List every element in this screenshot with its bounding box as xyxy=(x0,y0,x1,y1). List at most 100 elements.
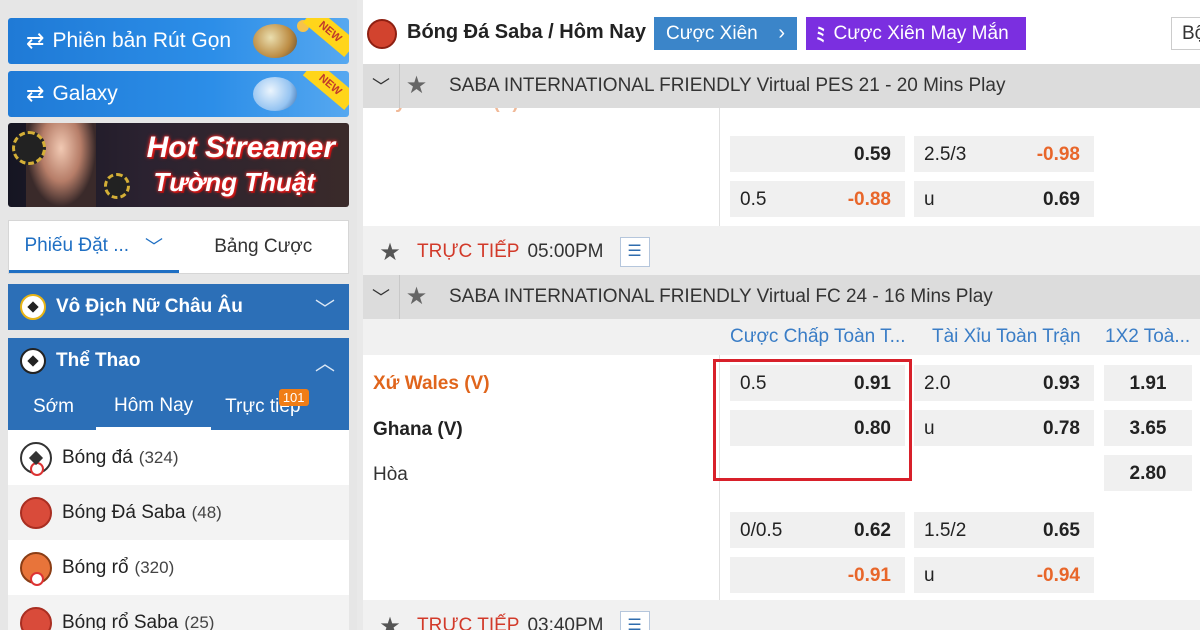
stats-icon[interactable]: ☰ xyxy=(619,611,650,630)
section-sports-label: Thể Thao xyxy=(56,350,141,371)
lucky-icon: ﾐ xyxy=(816,25,826,46)
clock-icon xyxy=(30,571,44,586)
tab-today-label: Hôm Nay xyxy=(113,394,194,416)
casino-chip-icon xyxy=(104,173,130,199)
odds-value: -0.94 xyxy=(1036,565,1080,586)
live-tag: TRỰC TIẾP xyxy=(417,615,520,630)
sports-ball-icon xyxy=(20,348,46,374)
ou-odds-cell[interactable]: 2.0 0.93 xyxy=(914,365,1094,401)
sport-label: Bóng đá xyxy=(62,446,133,468)
tab-bet-slip[interactable]: Phiếu Đặt ... ﹀ xyxy=(9,221,179,273)
soccer-ball-icon xyxy=(20,441,52,476)
ou-odds-cell[interactable]: 1.5/2 0.65 xyxy=(914,512,1094,548)
section-sports[interactable]: Thể Thao ︿ xyxy=(8,338,349,384)
away-team: Ghana (V) xyxy=(373,419,463,440)
lucky-parlay-button[interactable]: ﾐ Cược Xiên May Mắn xyxy=(806,17,1026,50)
line-value: 1.5/2 xyxy=(924,520,967,541)
astronaut-icon xyxy=(253,77,297,111)
x12-odds-cell[interactable]: 3.65 xyxy=(1104,410,1192,446)
ou-odds-cell[interactable]: u -0.94 xyxy=(914,557,1094,593)
x12-odds-cell[interactable]: 1.91 xyxy=(1104,365,1192,401)
x12-odds-cell[interactable]: 2.80 xyxy=(1104,455,1192,491)
line-value: 2.0 xyxy=(924,373,951,394)
sport-label: Bóng rổ xyxy=(62,556,129,578)
sport-item-saba-basketball[interactable]: Bóng rổ Saba (25) xyxy=(8,595,349,630)
hdp-odds-cell[interactable]: -0.91 xyxy=(730,557,905,593)
promo-lite-version[interactable]: ⇄ Phiên bản Rút Gọn NEW xyxy=(8,18,349,64)
app-root: ⇄ Phiên bản Rút Gọn NEW ⇄ Galaxy NEW Hot… xyxy=(0,0,1200,630)
clock-icon xyxy=(30,461,44,476)
league-header[interactable]: ﹀ ★ SABA INTERNATIONAL FRIENDLY Virtual … xyxy=(363,275,1200,319)
tab-today[interactable]: Hôm Nay xyxy=(95,384,212,430)
odds-value: 1.91 xyxy=(1129,373,1167,394)
home-team: Xứ Wales (V) xyxy=(373,373,490,394)
chevron-right-icon: › xyxy=(778,22,785,44)
ou-odds-cell[interactable]: u 0.69 xyxy=(914,181,1094,217)
odds-value: -0.98 xyxy=(1036,144,1080,165)
line-value: u xyxy=(924,189,935,210)
league-name: SABA INTERNATIONAL FRIENDLY Virtual PES … xyxy=(449,75,1006,96)
section-womens-euro[interactable]: Vô Địch Nữ Châu Âu ﹀ xyxy=(8,284,349,330)
star-icon[interactable]: ★ xyxy=(363,238,417,267)
line-value: u xyxy=(924,418,935,439)
live-tag: TRỰC TIẾP xyxy=(417,241,520,262)
tab-early[interactable]: Sớm xyxy=(8,384,74,430)
odds-value: 2.80 xyxy=(1129,463,1167,484)
live-row: ★ TRỰC TIẾP 05:00PM ☰ xyxy=(363,230,1200,274)
casino-chip-icon xyxy=(12,131,46,165)
promo-lite-label: Phiên bản Rút Gọn xyxy=(52,29,232,52)
sport-label: Bóng rổ Saba xyxy=(62,611,179,630)
odds-value: 0.78 xyxy=(1043,418,1080,439)
odds-value: 0.62 xyxy=(854,520,891,541)
saba-logo-icon xyxy=(367,19,397,49)
chevron-down-icon: ﹀ xyxy=(315,298,335,321)
tab-bet-list-label: Bảng Cược xyxy=(214,236,313,257)
chevron-down-icon[interactable]: ﹀ xyxy=(363,284,399,310)
main-content: Bóng Đá Saba / Hôm Nay Cược Xiên › ﾐ Cượ… xyxy=(363,0,1200,630)
stats-icon[interactable]: ☰ xyxy=(619,237,650,267)
match-time: 05:00PM xyxy=(527,241,604,262)
tab-live[interactable]: Trực tiếp 101 xyxy=(211,384,309,430)
hdp-odds-cell[interactable]: 0/0.5 0.62 xyxy=(730,512,905,548)
sport-label: Bóng Đá Saba xyxy=(62,501,186,523)
tab-bet-list[interactable]: Bảng Cược xyxy=(179,221,349,273)
draw-label: Hòa xyxy=(373,464,408,485)
ou-odds-cell[interactable]: 2.5/3 -0.98 xyxy=(914,136,1094,172)
line-value: 0/0.5 xyxy=(740,520,783,541)
parlay-label: Cược Xiên xyxy=(666,22,758,44)
top-bar: Bóng Đá Saba / Hôm Nay Cược Xiên › ﾐ Cượ… xyxy=(363,0,1200,66)
filter-select[interactable]: Bộ xyxy=(1171,17,1200,50)
banner-line1: Hot Streamer xyxy=(146,131,335,164)
parlay-button[interactable]: Cược Xiên › xyxy=(654,17,797,50)
league-header[interactable]: ﹀ ★ SABA INTERNATIONAL FRIENDLY Virtual … xyxy=(363,64,1200,108)
basketball-icon xyxy=(20,551,52,586)
market-column-headers: Cược Chấp Toàn T... Tài Xỉu Toàn Trận 1X… xyxy=(363,320,1200,354)
sport-item-basketball[interactable]: Bóng rổ (320) xyxy=(8,540,349,595)
sport-count: (48) xyxy=(191,502,222,522)
trophy-ball-icon xyxy=(20,294,46,320)
hot-streamer-banner[interactable]: Hot Streamer Tường Thuật xyxy=(8,123,349,207)
sport-item-football[interactable]: Bóng đá (324) xyxy=(8,430,349,485)
column-header-over-under: Tài Xỉu Toàn Trận xyxy=(932,326,1081,347)
sport-count: (25) xyxy=(184,612,215,630)
ou-odds-cell[interactable]: u 0.78 xyxy=(914,410,1094,446)
hdp-odds-cell[interactable]: 0.59 xyxy=(730,136,905,172)
sport-item-saba-football[interactable]: Bóng Đá Saba (48) xyxy=(8,485,349,540)
odds-value: 0.93 xyxy=(1043,373,1080,394)
hdp-odds-cell[interactable]: 0.5 -0.88 xyxy=(730,181,905,217)
live-count-badge: 101 xyxy=(278,389,309,406)
star-icon[interactable]: ★ xyxy=(399,64,433,108)
column-header-1x2: 1X2 Toà... xyxy=(1105,326,1191,347)
star-icon[interactable]: ★ xyxy=(399,275,433,319)
section-womens-euro-label: Vô Địch Nữ Châu Âu xyxy=(56,296,243,317)
tab-early-label: Sớm xyxy=(33,396,74,417)
line-value: 2.5/3 xyxy=(924,144,967,165)
bet-slip-tabs: Phiếu Đặt ... ﹀ Bảng Cược xyxy=(8,220,349,274)
star-icon[interactable]: ★ xyxy=(363,612,417,630)
saba-soccer-icon xyxy=(20,496,52,529)
promo-galaxy[interactable]: ⇄ Galaxy NEW xyxy=(8,71,349,117)
odds-value: 3.65 xyxy=(1129,418,1167,439)
sidebar: ⇄ Phiên bản Rút Gọn NEW ⇄ Galaxy NEW Hot… xyxy=(0,0,357,630)
chevron-down-icon[interactable]: ﹀ xyxy=(363,73,399,99)
odds-value: 0.59 xyxy=(854,144,891,165)
